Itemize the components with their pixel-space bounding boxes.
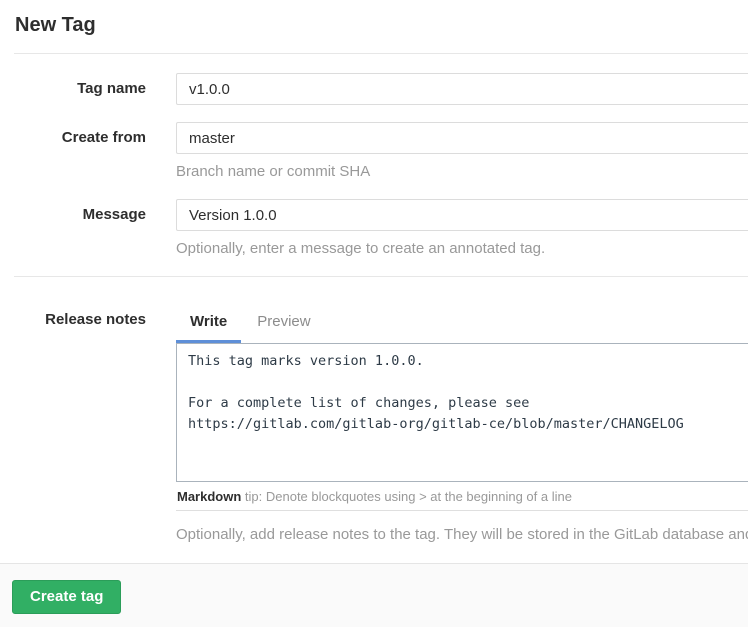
page-header: New Tag	[0, 0, 748, 37]
release-notes-hint: Optionally, add release notes to the tag…	[176, 524, 748, 545]
release-notes-textarea[interactable]: This tag marks version 1.0.0. For a comp…	[176, 343, 748, 482]
message-label: Message	[0, 199, 146, 259]
new-tag-form: Tag name Create from Branch name or comm…	[0, 54, 748, 627]
create-from-hint: Branch name or commit SHA	[176, 161, 748, 182]
tab-write[interactable]: Write	[176, 301, 241, 343]
message-hint: Optionally, enter a message to create an…	[176, 238, 748, 259]
release-notes-label: Release notes	[0, 301, 146, 545]
tab-preview[interactable]: Preview	[243, 301, 324, 343]
release-notes-row: Release notes Write Preview This tag mar…	[0, 301, 748, 545]
create-from-input[interactable]	[176, 122, 748, 154]
new-tag-page: New Tag Tag name Create from Branch name…	[0, 0, 748, 627]
tag-name-row: Tag name	[0, 73, 748, 105]
section-divider	[14, 276, 748, 277]
tag-name-label: Tag name	[0, 73, 146, 105]
create-from-label: Create from	[0, 122, 146, 182]
page-title: New Tag	[15, 13, 733, 37]
tag-name-input[interactable]	[176, 73, 748, 105]
form-actions: Create tag	[0, 563, 748, 627]
message-row: Message Optionally, enter a message to c…	[0, 199, 748, 259]
markdown-tip-toolbar: Markdown tip: Denote blockquotes using >…	[176, 482, 748, 511]
create-from-row: Create from Branch name or commit SHA	[0, 122, 748, 182]
message-input[interactable]	[176, 199, 748, 231]
markdown-tip-bold: Markdown	[177, 489, 241, 504]
markdown-tip-text: tip: Denote blockquotes using > at the b…	[241, 489, 572, 504]
create-tag-button[interactable]: Create tag	[12, 580, 121, 614]
editor-tabs: Write Preview	[176, 301, 748, 343]
